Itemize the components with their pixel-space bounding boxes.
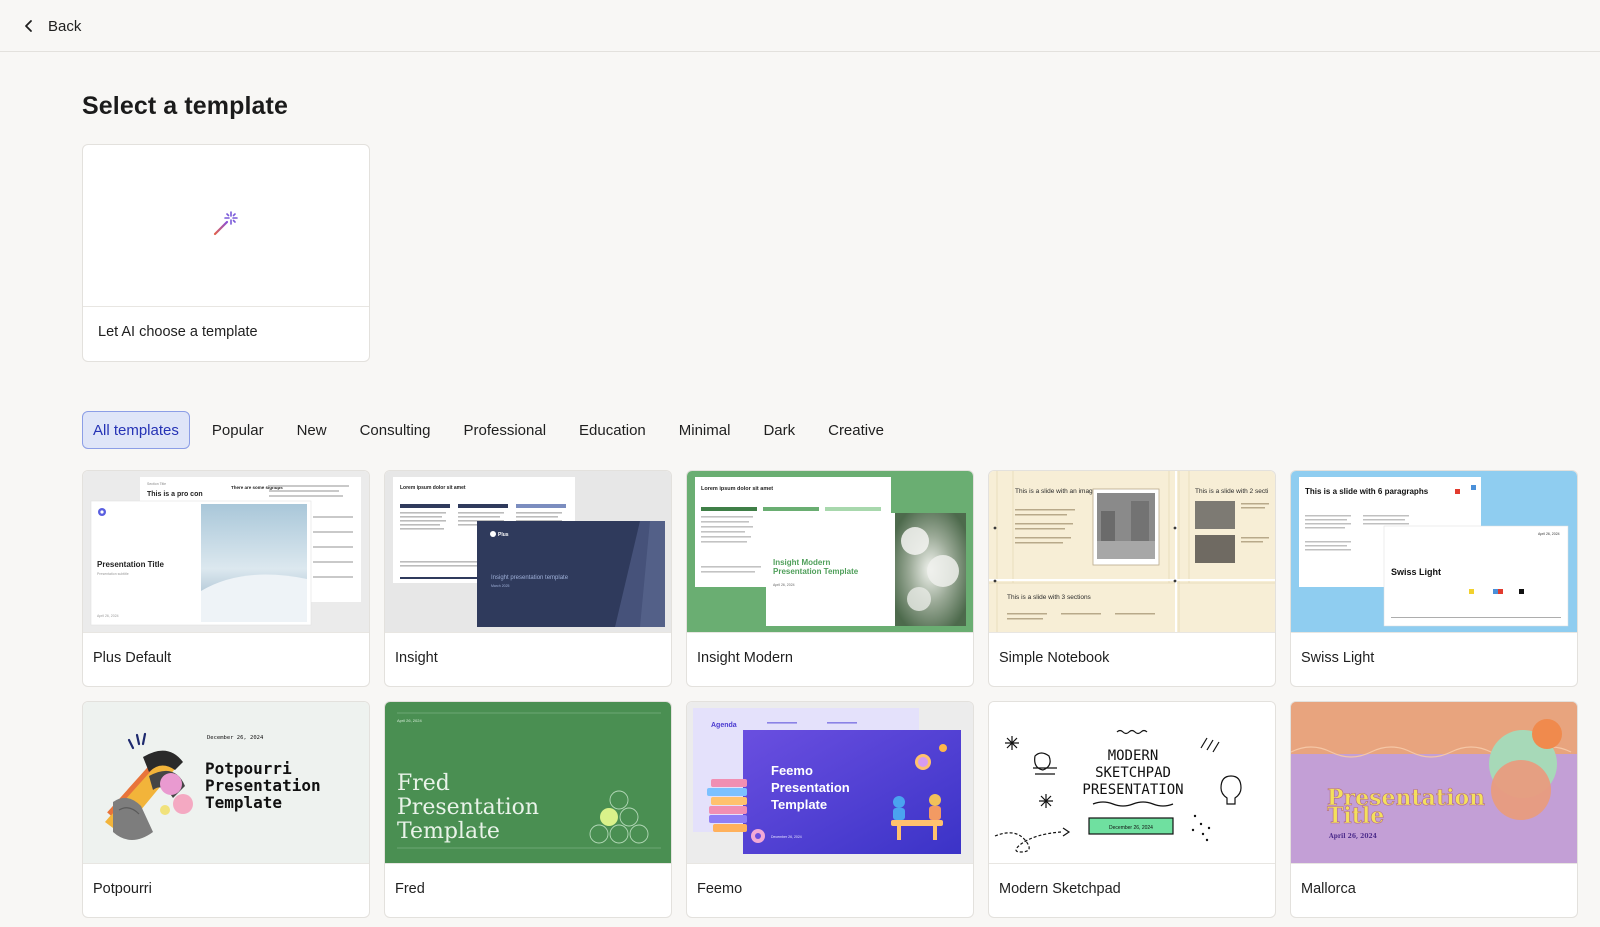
template-thumbnail: This is a slide with an image This is a … (989, 471, 1275, 633)
preview-date: April 26, 2024 (773, 583, 795, 587)
template-card-modern-sketchpad[interactable]: MODERN SKETCHPAD PRESENTATION December 2… (988, 701, 1276, 918)
preview-date: April 26, 2024 (397, 718, 422, 723)
preview-line2: Presentation (771, 780, 850, 795)
tab-new[interactable]: New (286, 411, 338, 449)
template-thumbnail: Section Title This is a pro con There ar… (83, 471, 369, 633)
preview-date: April 26, 2024 (97, 614, 119, 618)
template-name: Fred (395, 881, 425, 897)
ai-choose-template-card[interactable]: Let AI choose a template (82, 144, 370, 362)
tab-education[interactable]: Education (568, 411, 657, 449)
template-thumbnail: MODERN SKETCHPAD PRESENTATION December 2… (989, 702, 1275, 864)
preview-line2: Title (1327, 803, 1384, 829)
chevron-left-icon (22, 19, 36, 33)
preview-back-title: Lorem ipsum dolor sit amet (701, 486, 773, 492)
tab-all-templates[interactable]: All templates (82, 411, 190, 449)
preview-date: April 26, 2024 (1328, 833, 1377, 840)
preview-title: Swiss Light (1391, 567, 1441, 577)
template-name: Mallorca (1301, 881, 1356, 897)
preview-back-title: Agenda (711, 722, 737, 729)
preview-date: December 26, 2024 (207, 735, 264, 741)
preview-line3: Template (771, 797, 827, 812)
page-title: Select a template (82, 92, 288, 120)
preview-date: December 26, 2024 (771, 835, 802, 839)
preview-title-line1: Insight Modern (773, 558, 830, 567)
tab-creative[interactable]: Creative (817, 411, 895, 449)
tab-consulting[interactable]: Consulting (349, 411, 442, 449)
template-grid: Section Title This is a pro con There ar… (82, 470, 1578, 918)
preview-line3: PRESENTATION (1082, 782, 1183, 798)
template-thumbnail: December 26, 2024 Potpourri Presentation… (83, 702, 369, 864)
template-name: Insight (395, 650, 438, 666)
preview-back-title: This is a slide with 6 paragraphs (1305, 487, 1429, 496)
preview-line1: MODERN (1108, 748, 1159, 764)
preview-brand: Plus (498, 532, 509, 538)
top-bar: Back (0, 0, 1600, 52)
tab-dark[interactable]: Dark (752, 411, 806, 449)
template-thumbnail: Presentation Title April 26, 2024 (1291, 702, 1577, 864)
preview-slide1: This is a slide with an image (1015, 488, 1097, 495)
template-card-mallorca[interactable]: Presentation Title April 26, 2024 Mallor… (1290, 701, 1578, 918)
template-name: Insight Modern (697, 650, 793, 666)
template-thumbnail: Agenda Feemo Presentation Template Decem… (687, 702, 973, 864)
back-label: Back (48, 17, 82, 35)
template-thumbnail: This is a slide with 6 paragraphs April … (1291, 471, 1577, 633)
template-name: Feemo (697, 881, 743, 897)
tab-minimal[interactable]: Minimal (668, 411, 742, 449)
preview-slide2: This is a slide with 2 secti (1195, 488, 1268, 495)
ai-card-label: Let AI choose a template (98, 324, 258, 340)
back-button[interactable]: Back (22, 12, 81, 40)
template-thumbnail: April 26, 2024 Fred Presentation Templat… (385, 702, 671, 864)
template-card-feemo[interactable]: Agenda Feemo Presentation Template Decem… (686, 701, 974, 918)
preview-date: March 2025 (491, 584, 510, 588)
preview-line2: SKETCHPAD (1095, 765, 1171, 781)
ai-card-preview (83, 145, 369, 307)
preview-slide3: This is a slide with 3 sections (1007, 594, 1092, 601)
preview-line1: Feemo (771, 763, 813, 778)
template-name: Modern Sketchpad (999, 881, 1121, 897)
category-tabs: All templates Popular New Consulting Pro… (82, 411, 906, 449)
preview-line3: Template (397, 819, 500, 844)
preview-title-line2: Presentation Template (773, 567, 859, 576)
magic-wand-icon (211, 208, 241, 243)
preview-title: Presentation Title (97, 560, 165, 569)
template-card-insight[interactable]: Lorem ipsum dolor sit amet Plus Insight … (384, 470, 672, 687)
template-card-plus-default[interactable]: Section Title This is a pro con There ar… (82, 470, 370, 687)
template-card-simple-notebook[interactable]: This is a slide with an image This is a … (988, 470, 1276, 687)
preview-date: December 26, 2024 (1109, 825, 1153, 831)
template-card-potpourri[interactable]: December 26, 2024 Potpourri Presentation… (82, 701, 370, 918)
template-name: Potpourri (93, 881, 152, 897)
preview-back-title: This is a pro con (147, 491, 203, 498)
preview-date: April 26, 2024 (1538, 532, 1560, 536)
preview-line3: Template (205, 793, 282, 812)
template-thumbnail: Lorem ipsum dolor sit amet Insight Moder… (687, 471, 973, 633)
preview-line2: Presentation (397, 795, 539, 820)
preview-back-title: Lorem ipsum dolor sit amet (400, 485, 466, 491)
preview-title: Insight presentation template (491, 575, 569, 581)
tab-popular[interactable]: Popular (201, 411, 275, 449)
preview-line1: Fred (397, 771, 450, 796)
template-card-fred[interactable]: April 26, 2024 Fred Presentation Templat… (384, 701, 672, 918)
preview-subtitle: Presentation subtitle (97, 572, 129, 576)
template-card-swiss-light[interactable]: This is a slide with 6 paragraphs April … (1290, 470, 1578, 687)
template-thumbnail: Lorem ipsum dolor sit amet Plus Insight … (385, 471, 671, 633)
preview-text: Section Title (147, 482, 166, 486)
template-name: Simple Notebook (999, 650, 1110, 666)
tab-professional[interactable]: Professional (452, 411, 557, 449)
template-name: Plus Default (93, 650, 172, 666)
template-card-insight-modern[interactable]: Lorem ipsum dolor sit amet Insight Moder… (686, 470, 974, 687)
template-name: Swiss Light (1301, 650, 1375, 666)
